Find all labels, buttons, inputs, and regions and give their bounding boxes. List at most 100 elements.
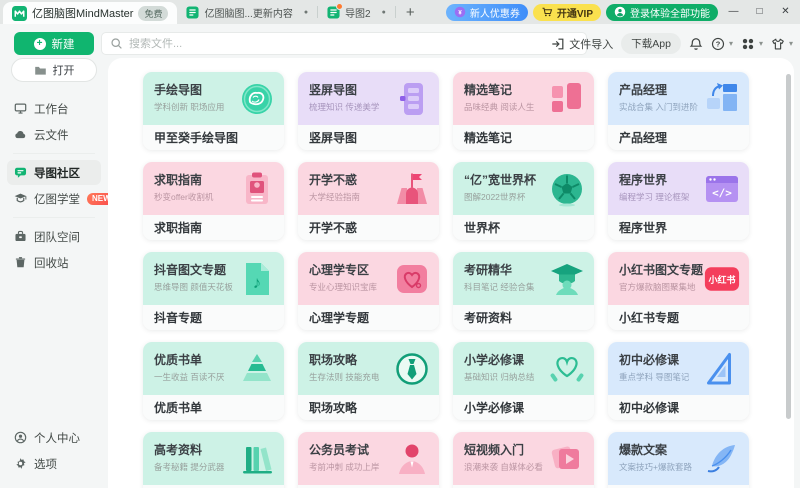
chevron-down-icon: ▾: [729, 39, 733, 48]
template-card[interactable]: 程序世界编程学习 理论框架</>程序世界: [608, 162, 749, 240]
coupon-icon: ¥: [454, 6, 466, 18]
theme-skin-button[interactable]: ▾: [771, 37, 793, 51]
open-vip-button[interactable]: 开通VIP: [533, 4, 601, 21]
open-file-button[interactable]: 打开: [11, 58, 97, 82]
sidebar-item-label: 选项: [34, 456, 57, 472]
newcomer-coupon-button[interactable]: ¥ 新人优惠券: [446, 4, 528, 21]
template-card[interactable]: 职场攻略生存法则 技能充电职场攻略: [298, 342, 439, 420]
template-card[interactable]: 产品经理实战合集 入门到进阶产品经理: [608, 72, 749, 150]
card-footer: 小学必修课: [453, 395, 594, 420]
template-card[interactable]: 短视频入门浪潮来袭 自媒体必看: [453, 432, 594, 488]
books-icon: [237, 440, 277, 478]
template-card[interactable]: 小学必修课基础知识 归纳总结小学必修课: [453, 342, 594, 420]
feather-icon: [702, 440, 742, 478]
sidebar-item-edraw-school[interactable]: 亿图学堂 NEW: [7, 186, 101, 211]
sidebar-item-label: 个人中心: [34, 430, 80, 446]
card-banner: 手绘导图学科创新 职场应用: [143, 72, 284, 125]
sidebar-item-label: 导图社区: [34, 165, 80, 181]
sidebar-item-team-space[interactable]: 团队空间: [7, 224, 101, 249]
search-input[interactable]: [129, 38, 578, 50]
sidebar-item-label: 工作台: [34, 101, 69, 117]
help-menu-button[interactable]: ?▾: [711, 37, 733, 51]
maximize-button[interactable]: □: [749, 0, 770, 24]
template-card[interactable]: 优质书单一生收益 百读不厌优质书单: [143, 342, 284, 420]
document-icon: [186, 6, 199, 19]
template-card[interactable]: “亿”宽世界杯图解2022世界杯世界杯: [453, 162, 594, 240]
tab-document-1[interactable]: 亿图脑图...更新内容 ●: [177, 0, 317, 24]
new-file-button[interactable]: + 新建: [14, 32, 94, 55]
sidebar: 打开 工作台 云文件 导图社区 亿图学堂 NEW 团队空间 回收站: [0, 58, 108, 488]
xiaohongshu-logo-icon: 小红书: [702, 260, 742, 298]
card-banner: 优质书单一生收益 百读不厌: [143, 342, 284, 395]
tab-home[interactable]: 亿图脑图MindMaster 免费: [3, 2, 177, 24]
template-card[interactable]: 小红书图文专题官方爆款脑图聚集地小红书小红书专题: [608, 252, 749, 330]
template-card[interactable]: 公务员考试考前冲刺 成功上岸: [298, 432, 439, 488]
unsaved-dot: ●: [382, 9, 386, 16]
card-footer-label: 甲至癸手绘导图: [154, 129, 238, 146]
help-icon: ?: [711, 37, 725, 51]
cart-icon: [541, 6, 553, 18]
template-card[interactable]: 手绘导图学科创新 职场应用甲至癸手绘导图: [143, 72, 284, 150]
template-card[interactable]: 精选笔记品味经典 阅读人生精选笔记: [453, 72, 594, 150]
template-card[interactable]: 爆款文案文案技巧+爆款套路: [608, 432, 749, 488]
user-icon: [14, 431, 27, 444]
card-banner: 心理学专区专业心理知识宝库: [298, 252, 439, 305]
cloud-icon: [14, 128, 27, 141]
sidebar-item-cloud-files[interactable]: 云文件: [7, 122, 101, 147]
set-square-icon: [702, 350, 742, 388]
template-card[interactable]: 考研精华科目笔记 经验合集考研资料: [453, 252, 594, 330]
card-banner: 精选笔记品味经典 阅读人生: [453, 72, 594, 125]
download-app-button[interactable]: 下载App: [621, 33, 681, 54]
template-card[interactable]: 心理学专区专业心理知识宝库心理学专题: [298, 252, 439, 330]
coupon-label: 新人优惠券: [470, 5, 520, 20]
card-footer: 开学不惑: [298, 215, 439, 240]
template-card[interactable]: 开学不惑大学经验指南开学不惑: [298, 162, 439, 240]
user-circle-icon: [614, 6, 626, 18]
minimize-button[interactable]: —: [723, 0, 744, 24]
sidebar-item-map-community[interactable]: 导图社区: [7, 160, 101, 185]
sidebar-item-personal-center[interactable]: 个人中心: [7, 425, 101, 450]
scrollbar-thumb[interactable]: [786, 74, 791, 419]
sidebar-item-recycle-bin[interactable]: 回收站: [7, 250, 101, 275]
card-footer-label: 抖音专题: [154, 309, 202, 326]
pyramid-icon: [237, 350, 277, 388]
card-banner: 产品经理实战合集 入门到进阶: [608, 72, 749, 125]
login-button[interactable]: 登录体验全部功能: [606, 4, 718, 21]
search-icon: [110, 37, 123, 50]
tab-document-2[interactable]: 导图2 ●: [318, 0, 395, 24]
search-box[interactable]: [101, 32, 587, 55]
free-badge: 免费: [138, 6, 168, 21]
sidebar-item-workbench[interactable]: 工作台: [7, 96, 101, 121]
person-bust-icon: [392, 440, 432, 478]
notifications-button[interactable]: [689, 37, 703, 51]
sidebar-item-options[interactable]: 选项: [7, 451, 101, 476]
template-card[interactable]: 初中必修课重点学科 导图笔记初中必修课: [608, 342, 749, 420]
card-banner: 考研精华科目笔记 经验合集: [453, 252, 594, 305]
card-banner: 高考资料备考秘籍 提分武器: [143, 432, 284, 485]
apps-menu-button[interactable]: ▾: [741, 37, 763, 51]
card-footer-label: 职场攻略: [309, 399, 357, 416]
tie-badge-icon: [392, 350, 432, 388]
card-footer-label: 产品经理: [619, 129, 667, 146]
card-footer-label: 小红书专题: [619, 309, 679, 326]
resume-icon: [237, 170, 277, 208]
new-file-label: 新建: [52, 36, 75, 52]
template-card[interactable]: 抖音图文专题思维导图 颜值天花板♪抖音专题: [143, 252, 284, 330]
card-footer-label: 程序世界: [619, 219, 667, 236]
app-logo-icon: [12, 6, 27, 21]
file-import-button[interactable]: 文件导入: [551, 36, 613, 52]
document-icon-badged: [327, 6, 340, 19]
briefcase-icon: [14, 230, 27, 243]
new-tab-button[interactable]: +: [396, 4, 425, 21]
folder-icon: [34, 64, 47, 77]
close-button[interactable]: ✕: [775, 0, 796, 24]
bell-icon: [689, 37, 703, 51]
template-card[interactable]: 竖屏导图梳理知识 传递美学竖屏导图: [298, 72, 439, 150]
card-footer-label: 精选笔记: [464, 129, 512, 146]
apps-grid-icon: [741, 37, 755, 51]
card-footer-label: 开学不惑: [309, 219, 357, 236]
scrollbar: [786, 74, 791, 474]
product-flow-icon: [702, 80, 742, 118]
template-card[interactable]: 高考资料备考秘籍 提分武器: [143, 432, 284, 488]
template-card[interactable]: 求职指南秒变offer收割机求职指南: [143, 162, 284, 240]
